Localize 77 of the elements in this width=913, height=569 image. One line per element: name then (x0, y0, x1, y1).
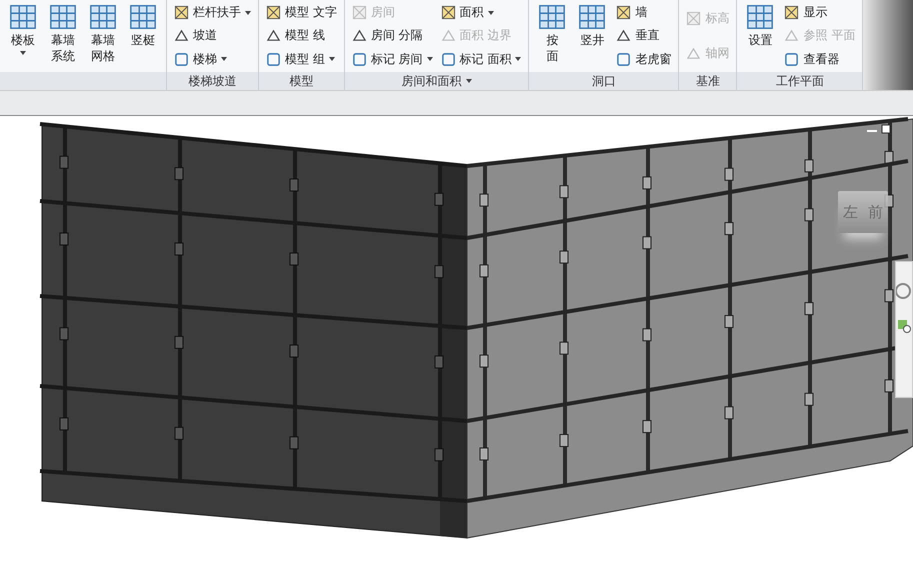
mullion-clip (290, 344, 298, 358)
mullion-clip (290, 178, 298, 192)
tool-icon (174, 28, 189, 44)
tool-icon (174, 52, 189, 67)
panel-title: 模型 (289, 72, 314, 90)
mullion-clip (174, 336, 184, 349)
mullion-clip (434, 448, 444, 462)
mullion-clip (174, 167, 184, 180)
grid-icon (48, 2, 78, 32)
ribbon-button[interactable]: 垂直 (616, 24, 672, 47)
ribbon-button[interactable]: 模型 文字 (266, 2, 337, 24)
ribbon-button[interactable]: 楼板 (4, 0, 42, 72)
grid-icon (745, 2, 776, 32)
tool-icon (174, 5, 189, 20)
mullion-clip (290, 436, 298, 450)
tool-icon (616, 28, 632, 44)
ribbon-button[interactable]: 按 面 (533, 0, 572, 72)
ribbon-button[interactable]: 模型 线 (266, 24, 337, 47)
ribbon-button[interactable]: 查看器 (784, 48, 856, 70)
panel-title: 基准 (696, 72, 720, 90)
panel-title: 洞口 (592, 72, 616, 90)
tool-icon (784, 5, 800, 20)
panel-title: 楼梯坡道 (188, 72, 236, 90)
ribbon-button[interactable]: 显示 (784, 2, 856, 24)
panel-title: 工作平面 (776, 72, 824, 90)
ribbon-button[interactable]: 坡道 (174, 24, 251, 47)
grid-icon (537, 2, 568, 32)
mullion-clip (174, 242, 184, 256)
tool-icon (616, 5, 632, 20)
ribbon-button[interactable]: 面积 (440, 2, 522, 24)
ribbon-button[interactable]: 标记 面积 (440, 48, 522, 70)
tool-icon (352, 28, 367, 44)
caret-icon[interactable] (466, 79, 472, 83)
ribbon-button[interactable]: 幕墙 网格 (84, 0, 122, 72)
ribbon-button[interactable]: 竖梃 (124, 0, 162, 72)
mullion-clip (60, 327, 68, 340)
ribbon-button[interactable]: 楼梯 (174, 48, 251, 70)
mullion-clip (642, 236, 652, 250)
tool-icon (266, 52, 281, 67)
caret-icon[interactable] (20, 51, 26, 55)
mullion-clip (434, 265, 444, 278)
tool-icon (440, 28, 456, 44)
tool-icon (266, 28, 281, 44)
panel-title: 房间和面积 (402, 72, 462, 90)
tool-icon (784, 52, 800, 67)
tool-icon (440, 52, 456, 67)
mullion-clip (642, 328, 652, 342)
ribbon-button[interactable]: 模型 组 (266, 48, 337, 70)
caret-icon[interactable] (426, 57, 433, 62)
grid-icon (8, 2, 38, 32)
mullion-clip (174, 426, 184, 440)
ribbon-button[interactable]: 房间 分隔 (352, 24, 433, 47)
ribbon-button[interactable]: 老虎窗 (616, 48, 672, 70)
caret-icon[interactable] (488, 10, 494, 15)
mullion-clip (290, 252, 298, 266)
ribbon-button[interactable]: 幕墙 系统 (44, 0, 82, 72)
ribbon-button[interactable]: 设置 (741, 0, 780, 72)
tool-icon (352, 5, 367, 20)
caret-icon[interactable] (515, 57, 522, 62)
caret-icon[interactable] (245, 10, 251, 15)
grid-icon (88, 2, 118, 32)
tool-icon (616, 52, 632, 67)
caret-icon[interactable] (221, 57, 227, 62)
tool-icon (266, 5, 281, 20)
ribbon-button[interactable]: 栏杆扶手 (174, 2, 251, 24)
tool-icon (784, 28, 800, 44)
caret-icon[interactable] (328, 57, 335, 62)
ribbon-button[interactable]: 竖井 (573, 0, 612, 72)
mullion-clip (434, 355, 444, 368)
grid-icon (577, 2, 608, 32)
ribbon-button[interactable]: 标记 房间 (352, 48, 433, 70)
tool-icon (686, 46, 702, 61)
tool-icon (352, 52, 367, 67)
tool-icon (440, 5, 456, 20)
grid-icon (128, 2, 158, 32)
ribbon-button[interactable]: 墙 (616, 2, 672, 24)
tool-icon (686, 11, 702, 26)
